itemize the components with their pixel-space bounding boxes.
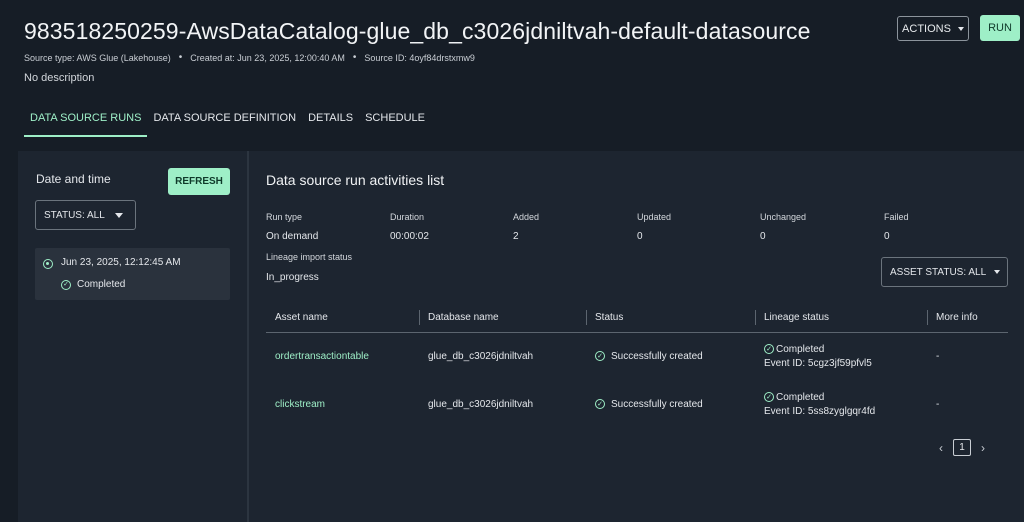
asset-name-link[interactable]: clickstream — [266, 380, 419, 428]
column-separator — [927, 310, 928, 325]
lineage-cell: ✓ Completed Event ID: 5ss8zyglgqr4fd — [755, 380, 927, 428]
status-cell: ✓ Successfully created — [586, 380, 755, 428]
check-circle-icon: ✓ — [764, 344, 774, 355]
unchanged-value: 0 — [760, 231, 766, 242]
page-title: 983518250259-AwsDataCatalog-glue_db_c302… — [24, 18, 811, 44]
runs-panel: Date and time REFRESH STATUS: ALL Jun 23… — [18, 151, 247, 522]
table-row: ordertransactiontable glue_db_c3026jdnil… — [266, 332, 1008, 380]
column-separator — [586, 310, 587, 325]
updated-value: 0 — [637, 231, 643, 242]
source-meta: Source type: AWS Glue (Lakehouse) • Crea… — [24, 52, 475, 63]
run-activities-panel: Data source run activities list Run type… — [249, 151, 1024, 522]
meta-separator: • — [178, 52, 183, 63]
lineage-status: Completed — [776, 343, 825, 355]
check-circle-icon: ✓ — [595, 399, 605, 409]
column-separator — [755, 310, 756, 325]
run-status-label: Completed — [77, 279, 126, 290]
run-list-item[interactable]: Jun 23, 2025, 12:12:45 AM ✓ Completed — [35, 248, 230, 300]
failed-value: 0 — [884, 231, 890, 242]
tab-data-source-runs[interactable]: DATA SOURCE RUNS — [24, 110, 148, 137]
check-circle-icon: ✓ — [61, 279, 71, 290]
column-label: More info — [936, 312, 978, 324]
page-header: 983518250259-AwsDataCatalog-glue_db_c302… — [0, 0, 1024, 150]
column-header-lineage-status[interactable]: Lineage status — [755, 304, 927, 333]
asset-status-filter-value: ASSET STATUS: ALL — [890, 266, 987, 278]
duration-label: Duration — [390, 212, 425, 222]
caret-down-icon — [114, 212, 123, 218]
radio-selected-icon[interactable] — [43, 259, 53, 269]
page-number-button[interactable]: 1 — [953, 439, 971, 456]
lineage-import-value: In_progress — [266, 272, 319, 283]
tab-bar: DATA SOURCE RUNS DATA SOURCE DEFINITION … — [24, 110, 431, 137]
caret-down-icon — [994, 270, 1001, 274]
run-status: ✓ Completed — [61, 279, 125, 290]
status-cell: ✓ Successfully created — [586, 332, 755, 380]
refresh-button[interactable]: REFRESH — [168, 168, 230, 195]
database-name: glue_db_c3026jdniltvah — [428, 398, 534, 410]
description: No description — [24, 72, 95, 84]
prev-page-icon[interactable]: ‹ — [939, 441, 943, 455]
more-info: - — [936, 350, 940, 362]
table-header-row: Asset name Database name Status Lineage … — [266, 304, 1008, 333]
lineage-event-id: Event ID: 5cgz3jf59pfvl5 — [764, 357, 872, 369]
tab-details[interactable]: DETAILS — [302, 110, 359, 137]
column-header-more-info[interactable]: More info — [927, 304, 1008, 333]
lineage-event-id: Event ID: 5ss8zyglgqr4fd — [764, 405, 876, 417]
column-label: Lineage status — [764, 312, 830, 324]
asset-name-link[interactable]: ordertransactiontable — [266, 332, 419, 380]
table-row: clickstream glue_db_c3026jdniltvah ✓ Suc… — [266, 380, 1008, 428]
asset-status-filter-select[interactable]: ASSET STATUS: ALL — [881, 257, 1008, 287]
tab-schedule[interactable]: SCHEDULE — [359, 110, 431, 137]
tab-data-source-definition[interactable]: DATA SOURCE DEFINITION — [147, 110, 302, 137]
added-label: Added — [513, 212, 540, 222]
meta-separator: • — [352, 52, 357, 63]
more-info: - — [936, 398, 940, 410]
updated-label: Updated — [637, 212, 672, 222]
lineage-import-label: Lineage import status — [266, 252, 353, 262]
activities-heading: Data source run activities list — [266, 172, 445, 188]
date-time-heading: Date and time — [36, 172, 111, 186]
run-date: Jun 23, 2025, 12:12:45 AM — [61, 257, 181, 268]
column-label: Asset name — [275, 312, 328, 324]
created-at: Created at: Jun 23, 2025, 12:00:40 AM — [190, 52, 345, 63]
check-circle-icon: ✓ — [595, 351, 605, 362]
database-name: glue_db_c3026jdniltvah — [428, 350, 534, 362]
unchanged-label: Unchanged — [760, 212, 807, 222]
lineage-cell: ✓ Completed Event ID: 5cgz3jf59pfvl5 — [755, 332, 927, 380]
failed-label: Failed — [884, 212, 909, 222]
status-filter-select[interactable]: STATUS: ALL — [35, 200, 136, 230]
pagination: ‹ 1 › — [939, 439, 985, 456]
column-separator — [419, 310, 420, 325]
column-header-asset-name[interactable]: Asset name — [266, 304, 419, 333]
run-type-label: Run type — [266, 212, 303, 222]
check-circle-icon: ✓ — [764, 392, 774, 402]
column-header-status[interactable]: Status — [586, 304, 755, 333]
actions-button[interactable]: ACTIONS — [897, 16, 969, 41]
caret-down-icon — [957, 26, 964, 31]
column-label: Database name — [428, 312, 499, 324]
duration-value: 00:00:02 — [390, 231, 429, 242]
next-page-icon[interactable]: › — [981, 441, 985, 455]
source-id: Source ID: 4oyf84drstxmw9 — [364, 52, 475, 63]
column-label: Status — [595, 312, 624, 324]
run-type-value: On demand — [266, 231, 319, 242]
source-type: Source type: AWS Glue (Lakehouse) — [24, 52, 171, 63]
actions-label: ACTIONS — [902, 22, 951, 35]
lineage-status: Completed — [776, 391, 825, 403]
status-filter-value: STATUS: ALL — [44, 209, 105, 221]
run-button[interactable]: RUN — [980, 15, 1020, 41]
assets-table: Asset name Database name Status Lineage … — [266, 304, 1008, 428]
added-value: 2 — [513, 231, 519, 242]
column-header-database-name[interactable]: Database name — [419, 304, 586, 333]
status-text: Successfully created — [611, 350, 703, 362]
status-text: Successfully created — [611, 398, 703, 410]
